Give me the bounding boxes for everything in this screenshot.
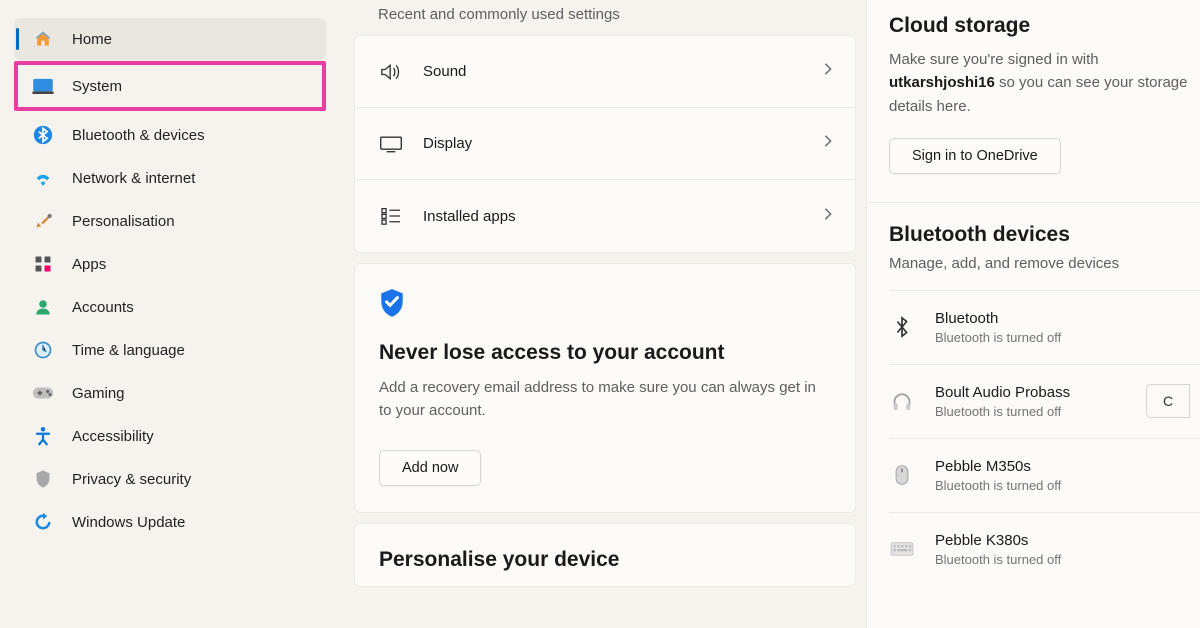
sidebar-item-label: Bluetooth & devices [72, 127, 205, 144]
sidebar-item-label: Personalisation [72, 213, 175, 230]
headphones-icon [889, 388, 915, 414]
shield-check-icon [379, 288, 831, 323]
sidebar-item-time-language[interactable]: Time & language [14, 329, 326, 371]
bluetooth-devices-subtitle: Manage, add, and remove devices [889, 255, 1200, 272]
cloud-desc-prefix: Make sure you're signed in with [889, 51, 1099, 68]
sidebar-item-label: Gaming [72, 385, 125, 402]
system-icon [32, 75, 54, 97]
gamepad-icon [32, 382, 54, 404]
recent-row-sound[interactable]: Sound [355, 36, 855, 108]
chevron-right-icon [823, 62, 833, 81]
sidebar-item-bluetooth[interactable]: Bluetooth & devices [14, 114, 326, 156]
bt-device-action-button[interactable]: C [1146, 384, 1190, 418]
bt-device-name: Pebble K380s [935, 532, 1190, 549]
personalise-device-card: Personalise your device [354, 523, 856, 587]
keyboard-icon [889, 536, 915, 562]
right-column: Cloud storage Make sure you're signed in… [866, 0, 1200, 628]
bluetooth-devices-section: Bluetooth devices Manage, add, and remov… [867, 203, 1200, 586]
personalise-title: Personalise your device [379, 548, 831, 572]
paintbrush-icon [32, 210, 54, 232]
sidebar-item-label: Home [72, 31, 112, 48]
bluetooth-devices-title: Bluetooth devices [889, 223, 1200, 247]
cloud-desc-username: utkarshjoshi16 [889, 74, 995, 91]
nav-sidebar: Home System Bluetooth & devices Network … [0, 0, 340, 628]
main-column: Recent and commonly used settings Sound … [354, 0, 856, 628]
account-recovery-card: Never lose access to your account Add a … [354, 263, 856, 513]
sidebar-item-accounts[interactable]: Accounts [14, 286, 326, 328]
apps-icon [32, 253, 54, 275]
sidebar-item-gaming[interactable]: Gaming [14, 372, 326, 414]
recent-settings-card: Sound Display Installed apps [354, 35, 856, 253]
sidebar-item-label: System [72, 78, 122, 95]
home-icon [32, 28, 54, 50]
bluetooth-row-text: Pebble M350s Bluetooth is turned off [935, 458, 1190, 493]
list-apps-icon [377, 202, 405, 230]
bluetooth-row-text: Boult Audio Probass Bluetooth is turned … [935, 384, 1146, 419]
cloud-storage-desc: Make sure you're signed in with utkarshj… [889, 48, 1200, 118]
bluetooth-row-pebble-k380s[interactable]: Pebble K380s Bluetooth is turned off [889, 512, 1200, 586]
sidebar-item-accessibility[interactable]: Accessibility [14, 415, 326, 457]
bluetooth-row-master[interactable]: Bluetooth Bluetooth is turned off [889, 290, 1200, 364]
add-now-button[interactable]: Add now [379, 450, 481, 486]
sidebar-item-system[interactable]: System [14, 61, 326, 111]
bluetooth-row-pebble-m350s[interactable]: Pebble M350s Bluetooth is turned off [889, 438, 1200, 512]
shield-icon [32, 468, 54, 490]
clock-globe-icon [32, 339, 54, 361]
chevron-right-icon [823, 207, 833, 226]
bluetooth-row-text: Bluetooth Bluetooth is turned off [935, 310, 1190, 345]
sidebar-item-label: Windows Update [72, 514, 185, 531]
speaker-icon [377, 58, 405, 86]
sidebar-item-apps[interactable]: Apps [14, 243, 326, 285]
sidebar-item-label: Accessibility [72, 428, 154, 445]
bluetooth-row-probass[interactable]: Boult Audio Probass Bluetooth is turned … [889, 364, 1200, 438]
row-label: Sound [423, 63, 823, 80]
recent-row-installed-apps[interactable]: Installed apps [355, 180, 855, 252]
sidebar-item-label: Privacy & security [72, 471, 191, 488]
mouse-icon [889, 462, 915, 488]
bluetooth-row-text: Pebble K380s Bluetooth is turned off [935, 532, 1190, 567]
bt-device-status: Bluetooth is turned off [935, 478, 1190, 493]
account-card-desc: Add a recovery email address to make sur… [379, 377, 819, 422]
bt-device-name: Pebble M350s [935, 458, 1190, 475]
sidebar-item-label: Accounts [72, 299, 134, 316]
account-card-title: Never lose access to your account [379, 341, 831, 365]
sidebar-item-network[interactable]: Network & internet [14, 157, 326, 199]
monitor-icon [377, 130, 405, 158]
bt-device-status: Bluetooth is turned off [935, 330, 1190, 345]
sidebar-item-label: Apps [72, 256, 106, 273]
accessibility-icon [32, 425, 54, 447]
sidebar-item-privacy[interactable]: Privacy & security [14, 458, 326, 500]
recent-row-display[interactable]: Display [355, 108, 855, 180]
wifi-icon [32, 167, 54, 189]
sidebar-item-windows-update[interactable]: Windows Update [14, 501, 326, 543]
bt-device-status: Bluetooth is turned off [935, 552, 1190, 567]
sidebar-item-personalisation[interactable]: Personalisation [14, 200, 326, 242]
cloud-storage-title: Cloud storage [889, 14, 1200, 38]
row-label: Display [423, 135, 823, 152]
bluetooth-icon [32, 124, 54, 146]
person-icon [32, 296, 54, 318]
chevron-right-icon [823, 134, 833, 153]
sign-in-onedrive-button[interactable]: Sign in to OneDrive [889, 138, 1061, 174]
sidebar-item-home[interactable]: Home [14, 18, 326, 60]
bluetooth-icon [889, 314, 915, 340]
recent-settings-caption: Recent and commonly used settings [354, 0, 856, 35]
update-icon [32, 511, 54, 533]
bt-device-name: Bluetooth [935, 310, 1190, 327]
row-label: Installed apps [423, 208, 823, 225]
bt-device-name: Boult Audio Probass [935, 384, 1146, 401]
bt-device-status: Bluetooth is turned off [935, 404, 1146, 419]
cloud-storage-section: Cloud storage Make sure you're signed in… [867, 0, 1200, 202]
sidebar-item-label: Network & internet [72, 170, 195, 187]
sidebar-item-label: Time & language [72, 342, 185, 359]
